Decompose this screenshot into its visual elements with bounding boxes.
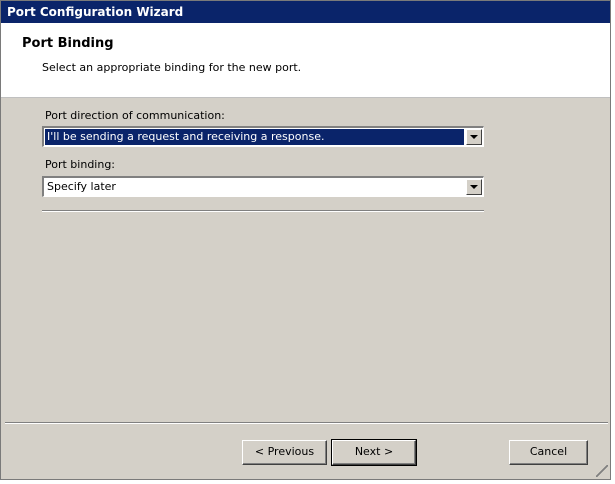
- direction-dropdown-button[interactable]: [466, 129, 482, 145]
- resize-grip-icon[interactable]: [596, 465, 608, 477]
- footer-divider: [5, 422, 608, 424]
- content-divider: [42, 210, 484, 212]
- previous-button[interactable]: < Previous: [242, 440, 327, 465]
- direction-dropdown[interactable]: I'll be sending a request and receiving …: [42, 126, 484, 147]
- page-title: Port Binding: [22, 36, 114, 51]
- binding-label: Port binding:: [45, 158, 116, 171]
- direction-value: I'll be sending a request and receiving …: [45, 129, 464, 145]
- next-button[interactable]: Next >: [331, 439, 417, 466]
- wizard-window: Port Configuration Wizard Port Binding S…: [0, 0, 611, 480]
- direction-label: Port direction of communication:: [45, 109, 225, 122]
- page-subtitle: Select an appropriate binding for the ne…: [42, 61, 302, 74]
- chevron-down-icon: [470, 185, 478, 189]
- header-panel: Port Binding Select an appropriate bindi…: [1, 23, 610, 98]
- binding-dropdown-button[interactable]: [466, 179, 482, 195]
- cancel-button[interactable]: Cancel: [509, 440, 588, 465]
- binding-dropdown[interactable]: Specify later: [42, 176, 484, 197]
- chevron-down-icon: [470, 135, 478, 139]
- binding-value: Specify later: [47, 180, 116, 193]
- window-title: Port Configuration Wizard: [1, 1, 610, 23]
